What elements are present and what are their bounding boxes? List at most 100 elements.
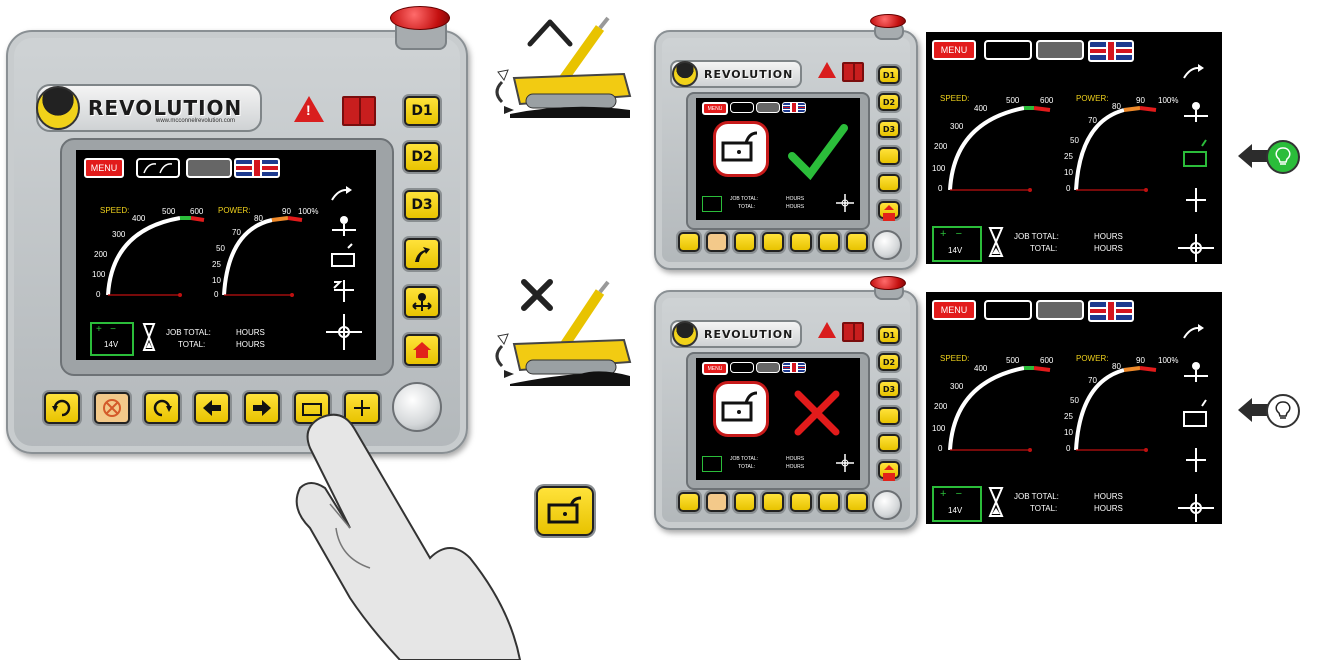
rotary-knob[interactable] [872,230,902,260]
battery-indicator [702,196,722,212]
arrow-left-button[interactable] [762,232,784,252]
rotate-left-button[interactable] [678,492,700,512]
job-total-hours: HOURS [236,328,265,337]
screen-side-icons [326,186,362,350]
float-button[interactable] [404,238,440,270]
float-popup [716,384,766,434]
power-tick-0: 0 [1066,184,1071,193]
total-label: TOTAL: [1030,504,1058,513]
rotate-left-button[interactable] [678,232,700,252]
manual-book-icon[interactable] [842,322,864,342]
gauges-tab[interactable] [730,102,754,113]
power-tick-50: 50 [216,244,225,253]
speed-tick-600: 600 [1040,356,1054,365]
power-tick-0: 0 [214,290,219,299]
job-total-label: JOB TOTAL: [1014,232,1059,241]
angle-button[interactable] [846,232,868,252]
total-hours: HOURS [1094,504,1123,513]
float-select-button[interactable] [818,232,840,252]
rotate-right-button[interactable] [144,392,180,424]
power-tick-70: 70 [232,228,241,237]
menu-button[interactable]: MENU [702,362,728,375]
brand-panel: REVOLUTION www.mcconnelrevolution.com [36,84,262,132]
speed-tick-100: 100 [932,164,946,173]
hourglass-icon [988,487,1004,517]
cancel-rotation-button[interactable] [706,492,728,512]
home-button[interactable] [404,334,440,366]
arrow-left-button[interactable] [194,392,230,424]
home-button[interactable] [878,461,900,481]
warning-icon[interactable]: ! [294,96,324,122]
emergency-stop-button[interactable] [390,6,450,30]
d1-button[interactable]: D1 [878,66,900,84]
speed-tick-400: 400 [974,104,988,113]
large-screen-bottom: MENU SPEED: POWER: 0 100 200 300 400 500… [926,292,1222,524]
battery-indicator: + − 14V [932,226,982,262]
language-flag-icon[interactable] [782,102,806,113]
rotary-knob[interactable] [872,490,902,520]
float-popup [716,124,766,174]
rotate-right-button[interactable] [734,232,756,252]
speed-tick-100: 100 [92,270,106,279]
d2-button[interactable]: D2 [878,353,900,371]
emergency-stop-button[interactable] [870,14,906,28]
rotate-right-button[interactable] [734,492,756,512]
roller-up-illustration [495,16,632,118]
pointer-arrow-icon [1238,144,1252,168]
job-total-hours: HOURS [786,196,805,202]
arrow-right-button[interactable] [244,392,280,424]
speed-tick-300: 300 [950,122,964,131]
power-tick-80: 80 [254,214,263,223]
power-tick-50: 50 [1070,396,1079,405]
power-tick-100: 100% [298,207,319,216]
emergency-stop-button[interactable] [870,276,906,290]
d2-button[interactable]: D2 [404,142,440,172]
job-total-label: JOB TOTAL: [1014,492,1059,501]
home-button[interactable] [878,201,900,221]
gauges-tab[interactable] [730,362,754,373]
manual-book-icon[interactable] [342,96,376,126]
total-hours: HOURS [786,204,805,210]
rotate-icon [52,399,71,417]
cancel-rotation-button[interactable] [94,392,130,424]
bulb-on-icon [1266,140,1300,174]
arm-tab[interactable] [756,102,780,113]
tilt-button[interactable] [878,434,900,452]
job-total-hours: HOURS [786,456,805,462]
d3-button[interactable]: D3 [878,120,900,138]
d1-button[interactable]: D1 [404,96,440,126]
speed-tick-200: 200 [934,402,948,411]
warning-icon[interactable] [818,322,836,338]
warning-icon[interactable] [818,62,836,78]
job-total-label: JOB TOTAL: [730,196,759,202]
arrow-left-icon [203,400,221,416]
arrow-right-button[interactable] [790,232,812,252]
power-tick-90: 90 [282,207,291,216]
float-button[interactable] [878,147,900,165]
speed-tick-500: 500 [1006,96,1020,105]
menu-button[interactable]: MENU [702,102,728,115]
float-button[interactable] [878,407,900,425]
rotate-left-button[interactable] [44,392,80,424]
d3-button[interactable]: D3 [404,190,440,220]
battery-indicator: + − 14V [932,486,982,522]
mcconnel-logo-icon [672,61,698,87]
arrow-left-button[interactable] [762,492,784,512]
float-key-large[interactable] [536,486,594,536]
tilt-button[interactable] [404,286,440,318]
d3-button[interactable]: D3 [878,380,900,398]
cancel-rotation-button[interactable] [706,232,728,252]
d2-button[interactable]: D2 [878,93,900,111]
screen-side-icons [1178,64,1214,262]
float-select-button[interactable] [818,492,840,512]
language-flag-icon[interactable] [782,362,806,373]
arrow-right-button[interactable] [790,492,812,512]
angle-button[interactable] [846,492,868,512]
power-tick-80: 80 [1112,102,1121,111]
tilt-button[interactable] [878,174,900,192]
d1-button[interactable]: D1 [878,326,900,344]
arm-tab[interactable] [756,362,780,373]
angle-icon [836,454,854,472]
manual-book-icon[interactable] [842,62,864,82]
speed-tick-0: 0 [938,444,943,453]
